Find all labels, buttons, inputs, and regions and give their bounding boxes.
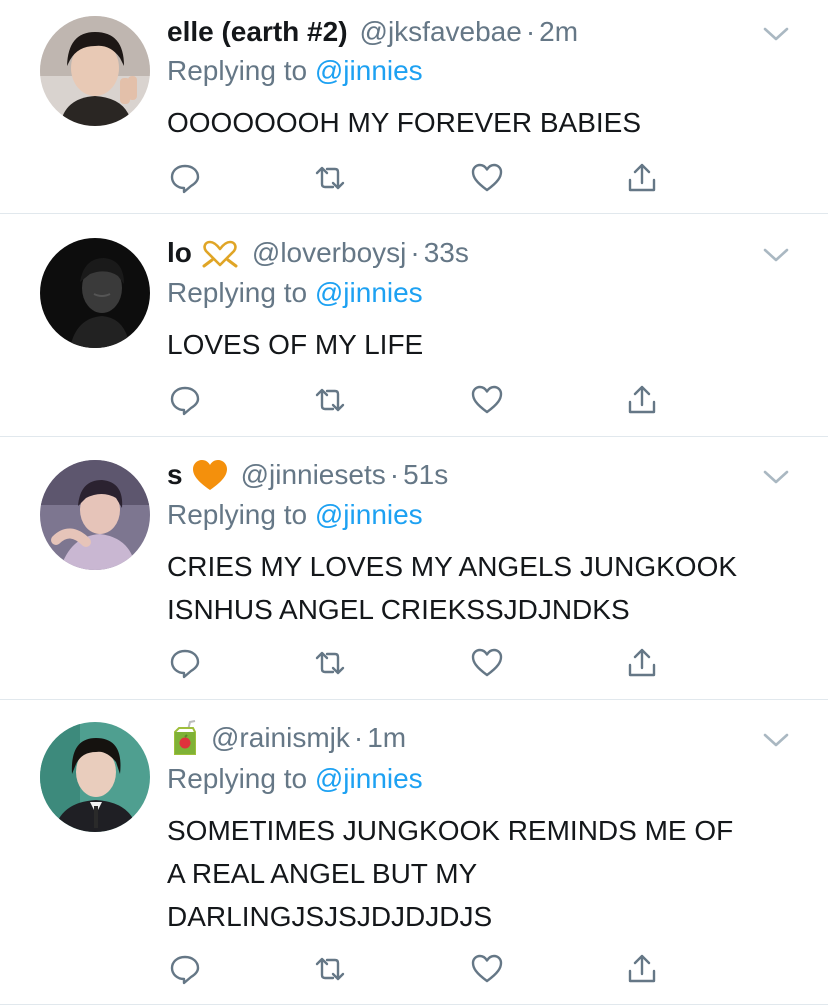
replying-to: Replying to @jinnies: [167, 763, 423, 795]
replying-to-label: Replying to: [167, 763, 308, 794]
display-name[interactable]: lo: [167, 237, 192, 269]
reply-icon: [170, 386, 200, 416]
retweet-button[interactable]: [312, 645, 348, 681]
avatar-image: [40, 16, 150, 126]
reply-icon: [170, 164, 200, 194]
heart-icon: [471, 385, 503, 414]
tweet-text: OOOOOOOH MY FOREVER BABIES: [167, 101, 807, 144]
avatar-image: [40, 460, 150, 570]
avatar[interactable]: [40, 722, 150, 832]
tweet-text-line: ISNHUS ANGEL CRIEKSSJDJNDKS: [167, 594, 630, 625]
share-button[interactable]: [624, 645, 660, 681]
like-button[interactable]: [469, 951, 505, 987]
tweet-text: SOMETIMES JUNGKOOK REMINDS ME OF A REAL …: [167, 809, 807, 938]
share-icon: [628, 954, 656, 983]
replying-to-label: Replying to: [167, 55, 308, 86]
user-handle[interactable]: @jinniesets: [241, 459, 386, 491]
retweet-icon: [315, 388, 345, 412]
tweet-2[interactable]: lo @loverboysj · 33s Replying to @jinnie…: [0, 214, 828, 436]
avatar[interactable]: [40, 460, 150, 570]
tweet-divider: [0, 1004, 828, 1005]
reply-button[interactable]: [167, 160, 203, 196]
reply-icon: [170, 649, 200, 679]
user-handle[interactable]: @loverboysj: [252, 237, 406, 269]
tweet-text-line: SOMETIMES JUNGKOOK REMINDS ME OF: [167, 815, 734, 846]
replying-to-link[interactable]: @jinnies: [315, 277, 423, 308]
tweet-text-line: A REAL ANGEL BUT MY: [167, 858, 478, 889]
action-bar: [167, 951, 667, 987]
chevron-down-icon[interactable]: [762, 24, 790, 44]
tweet-text-line: DARLINGJSJSJDJDJDJS: [167, 901, 493, 932]
like-button[interactable]: [469, 645, 505, 681]
timestamp[interactable]: 51s: [403, 459, 448, 491]
retweet-button[interactable]: [312, 160, 348, 196]
reply-icon: [170, 955, 200, 985]
orange-heart-icon: [191, 458, 229, 492]
retweet-icon: [315, 166, 345, 190]
juice-box-icon: [171, 720, 199, 756]
action-bar: [167, 382, 667, 418]
chevron-down-icon[interactable]: [762, 467, 790, 487]
tweet-4[interactable]: @rainismjk · 1m Replying to @jinnies SOM…: [0, 700, 828, 1006]
tweet-1[interactable]: elle (earth #2) @jksfavebae · 2m Replyin…: [0, 0, 828, 213]
heart-icon: [471, 648, 503, 677]
separator-dot: ·: [353, 722, 364, 753]
chevron-down-icon[interactable]: [762, 245, 790, 265]
user-handle[interactable]: @jksfavebae: [360, 16, 522, 48]
action-bar: [167, 160, 667, 196]
separator-dot: ·: [525, 16, 536, 47]
share-icon: [628, 648, 656, 677]
share-button[interactable]: [624, 382, 660, 418]
avatar-image: [40, 722, 150, 832]
display-name[interactable]: s: [167, 459, 183, 491]
timestamp[interactable]: 33s: [424, 237, 469, 269]
tweet-text: CRIES MY LOVES MY ANGELS JUNGKOOK ISNHUS…: [167, 545, 807, 631]
tweet-text: LOVES OF MY LIFE: [167, 323, 807, 366]
share-button[interactable]: [624, 160, 660, 196]
like-button[interactable]: [469, 160, 505, 196]
user-handle[interactable]: @rainismjk: [211, 722, 350, 754]
replying-to-label: Replying to: [167, 499, 308, 530]
like-button[interactable]: [469, 382, 505, 418]
reply-button[interactable]: [167, 951, 203, 987]
replying-to: Replying to @jinnies: [167, 277, 423, 309]
heart-hands-icon: [200, 238, 240, 268]
replying-to: Replying to @jinnies: [167, 499, 423, 531]
reply-button[interactable]: [167, 645, 203, 681]
replying-to: Replying to @jinnies: [167, 55, 423, 87]
display-name[interactable]: elle (earth #2): [167, 16, 348, 48]
replying-to-link[interactable]: @jinnies: [315, 499, 423, 530]
share-icon: [628, 385, 656, 414]
replying-to-label: Replying to: [167, 277, 308, 308]
separator-dot: ·: [389, 459, 400, 490]
timestamp[interactable]: 2m: [539, 16, 578, 48]
share-button[interactable]: [624, 951, 660, 987]
avatar[interactable]: [40, 16, 150, 126]
tweet-3[interactable]: s @jinniesets · 51s Replying to @jinnies…: [0, 437, 828, 699]
chevron-down-icon[interactable]: [762, 730, 790, 750]
retweet-button[interactable]: [312, 951, 348, 987]
reply-button[interactable]: [167, 382, 203, 418]
retweet-button[interactable]: [312, 382, 348, 418]
retweet-icon: [315, 957, 345, 981]
action-bar: [167, 645, 667, 681]
tweet-text-line: OOOOOOOH MY FOREVER BABIES: [167, 107, 642, 138]
retweet-icon: [315, 651, 345, 675]
replying-to-link[interactable]: @jinnies: [315, 763, 423, 794]
tweet-text-line: LOVES OF MY LIFE: [167, 329, 424, 360]
replying-to-link[interactable]: @jinnies: [315, 55, 423, 86]
tweet-text-line: CRIES MY LOVES MY ANGELS JUNGKOOK: [167, 551, 738, 582]
avatar[interactable]: [40, 238, 150, 348]
heart-icon: [471, 163, 503, 192]
timestamp[interactable]: 1m: [367, 722, 406, 754]
heart-icon: [471, 954, 503, 983]
avatar-image: [40, 238, 150, 348]
separator-dot: ·: [410, 237, 420, 268]
share-icon: [628, 163, 656, 192]
